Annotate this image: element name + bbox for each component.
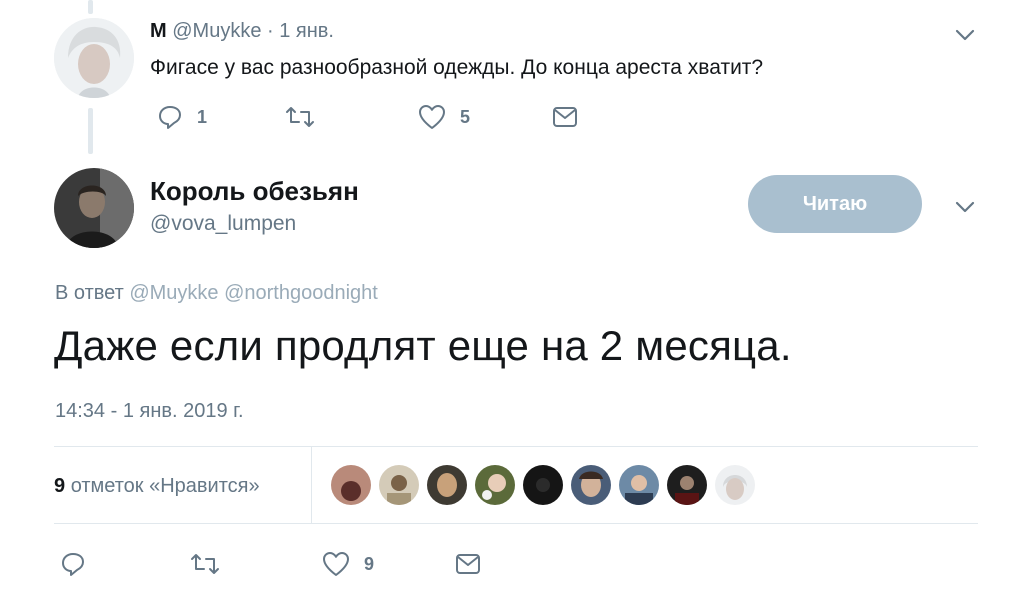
like-count: 9 xyxy=(364,553,375,574)
liker-avatar[interactable] xyxy=(427,465,467,505)
likes-label: отметок «Нравится» xyxy=(70,475,260,497)
reply-action[interactable]: 1 xyxy=(157,104,207,130)
liker-avatar[interactable] xyxy=(379,465,419,505)
tweet-timestamp[interactable]: 14:34 - 1 янв. 2019 г. xyxy=(55,400,244,423)
like-icon xyxy=(419,105,445,129)
liker-avatar[interactable] xyxy=(331,465,371,505)
like-icon xyxy=(323,552,349,576)
retweet-action[interactable] xyxy=(285,104,315,130)
reply-to-handles[interactable]: @Muykke @northgoodnight xyxy=(129,282,378,304)
author-name[interactable]: M xyxy=(150,20,167,42)
dm-action[interactable] xyxy=(455,553,481,575)
reply-icon xyxy=(159,106,181,129)
author-handle[interactable]: @vova_lumpen xyxy=(150,212,296,236)
author-handle[interactable]: @Muykke xyxy=(172,20,261,42)
liker-avatar[interactable] xyxy=(715,465,755,505)
thread-connector xyxy=(88,108,93,154)
reply-tweet-header: M @Muykke · 1 янв. xyxy=(150,20,334,43)
retweet-action[interactable] xyxy=(190,551,220,577)
retweet-icon xyxy=(286,107,314,127)
liker-avatar[interactable] xyxy=(619,465,659,505)
reply-context: В ответ @Muykke @northgoodnight xyxy=(55,282,378,305)
divider xyxy=(54,446,978,447)
reply-action[interactable] xyxy=(60,551,86,577)
liker-avatar[interactable] xyxy=(571,465,611,505)
like-action[interactable]: 5 xyxy=(418,104,470,130)
divider xyxy=(54,523,978,524)
retweet-icon xyxy=(191,554,219,574)
reply-icon xyxy=(62,553,84,576)
liker-avatar[interactable] xyxy=(475,465,515,505)
likes-count: 9 xyxy=(54,475,66,497)
separator-dot: · xyxy=(267,20,274,42)
follow-button[interactable]: Читаю xyxy=(748,175,922,233)
liker-avatar[interactable] xyxy=(667,465,707,505)
dm-action[interactable] xyxy=(552,106,578,128)
dm-icon xyxy=(456,554,480,574)
like-count: 5 xyxy=(460,106,471,127)
avatar-vova-lumpen[interactable] xyxy=(54,168,134,248)
chevron-down-icon[interactable] xyxy=(955,201,975,213)
reply-tweet-text: Фигасе у вас разнообразной одежды. До ко… xyxy=(150,56,764,79)
avatar-muykke[interactable] xyxy=(54,18,134,98)
divider-vertical xyxy=(311,447,312,523)
likers-avatars xyxy=(331,465,755,505)
chevron-down-icon[interactable] xyxy=(955,29,975,41)
reply-to-prefix: В ответ xyxy=(55,282,124,304)
tweet-date[interactable]: 1 янв. xyxy=(279,20,334,42)
like-action[interactable]: 9 xyxy=(322,551,374,577)
dm-icon xyxy=(553,107,577,127)
liker-avatar[interactable] xyxy=(523,465,563,505)
tweet-text: Даже если продлят еще на 2 месяца. xyxy=(54,322,792,369)
likes-summary[interactable]: 9 отметок «Нравится» xyxy=(54,475,260,498)
author-name[interactable]: Король обезьян xyxy=(150,176,359,207)
thread-connector-top xyxy=(88,0,93,14)
reply-count: 1 xyxy=(197,106,208,127)
